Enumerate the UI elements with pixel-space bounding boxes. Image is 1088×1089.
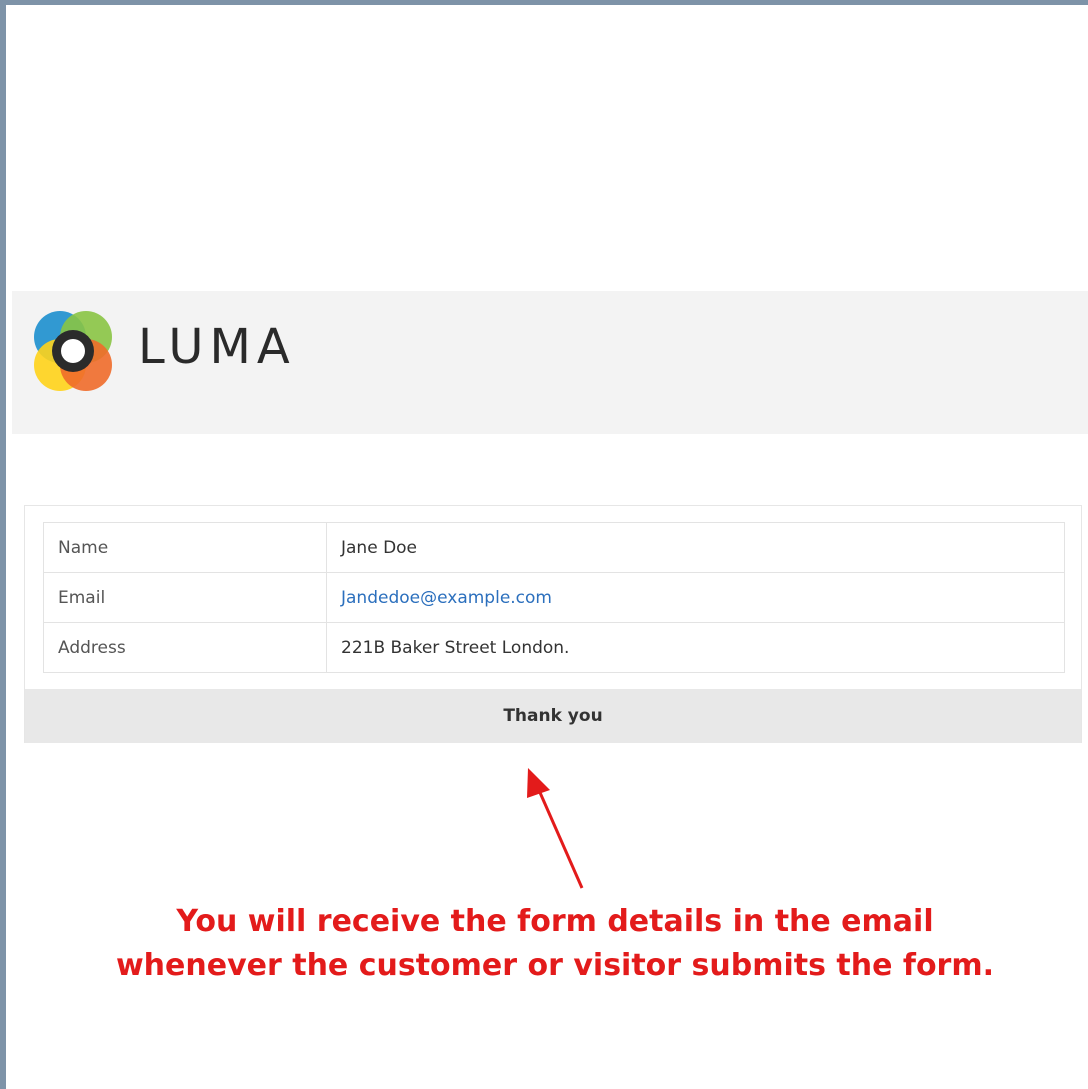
email-header: LUMA — [12, 291, 1088, 434]
form-details-card: Name Jane Doe Email Jandedoe@example.com… — [24, 505, 1082, 743]
field-label-name: Name — [43, 522, 327, 573]
field-label-email: Email — [43, 572, 327, 623]
table-row: Address 221B Baker Street London. — [43, 622, 1065, 673]
field-label-address: Address — [43, 622, 327, 673]
annotation-line-1: You will receive the form details in the… — [176, 904, 934, 939]
annotation-line-2: whenever the customer or visitor submits… — [115, 948, 995, 983]
luma-logo-icon — [34, 311, 112, 391]
form-details-table: Name Jane Doe Email Jandedoe@example.com… — [43, 522, 1065, 673]
thank-you-banner: Thank you — [25, 689, 1081, 743]
annotation-text: You will receive the form details in the… — [60, 900, 1050, 988]
table-row: Name Jane Doe — [43, 522, 1065, 573]
email-link[interactable]: Jandedoe@example.com — [341, 588, 552, 608]
field-value-name: Jane Doe — [326, 522, 1065, 573]
brand-name: LUMA — [138, 319, 296, 375]
field-value-address: 221B Baker Street London. — [326, 622, 1065, 673]
annotation-arrow-icon — [527, 768, 584, 889]
table-row: Email Jandedoe@example.com — [43, 572, 1065, 623]
